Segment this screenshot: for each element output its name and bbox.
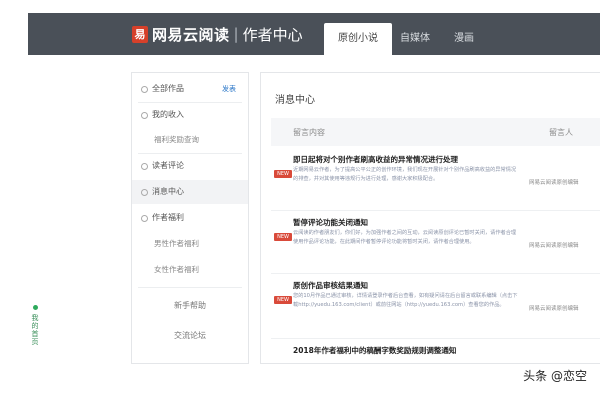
sidebar-item-reward-query[interactable]: 福利奖励查询: [132, 128, 270, 152]
sidebar-item-newbie-help[interactable]: 新手帮助: [132, 294, 248, 318]
table-row[interactable]: 暂停评论功能关闭通知 NEW 云阅读的作者朋友们，你们好，为加强作者之间的互动，…: [271, 211, 600, 274]
sidebar-item-all-works[interactable]: 全部作品 发表: [132, 77, 248, 101]
side-floating-mark[interactable]: 我的首页: [30, 305, 40, 346]
message-center-panel: 消息中心 留言内容 留言人 即日起将对个别作者刷高收益的异常情况进行处理 NEW…: [260, 72, 600, 364]
section-title: 作者中心: [242, 25, 303, 44]
sidebar-item-message-center[interactable]: 消息中心: [132, 180, 248, 204]
sidebar-item-label: 交流论坛: [174, 331, 206, 340]
message-title[interactable]: 2018年作者福利中的稿酬字数奖励规则调整通知: [293, 345, 456, 356]
column-header-content: 留言内容: [293, 128, 325, 137]
new-badge: NEW: [274, 296, 292, 304]
column-header-author: 留言人: [549, 128, 573, 137]
message-author: 网易云阅读原创编辑: [529, 180, 579, 186]
sidebar-item-label: 福利奖励查询: [154, 135, 199, 144]
tab-original-novel[interactable]: 原创小说: [324, 23, 392, 55]
sidebar-item-label: 读者评论: [152, 161, 184, 170]
tab-comics[interactable]: 漫画: [442, 23, 486, 55]
sidebar-item-income[interactable]: 我的收入: [132, 103, 248, 127]
top-nav-bar: 易 网易云阅读 | 作者中心 原创小说 自媒体 漫画: [28, 13, 600, 55]
sidebar-item-reader-comments[interactable]: 读者评论: [132, 154, 248, 178]
message-body: 云阅读的作者朋友们，你们好，为加强作者之间的互动，云阅读原创评论已暂时关闭，请作…: [293, 230, 517, 245]
sidebar-item-label: 男性作者福利: [154, 239, 199, 248]
circle-icon: [141, 162, 148, 170]
page-title: 消息中心: [275, 95, 315, 106]
table-row[interactable]: 原创作品审核结果通知 NEW 您的10月作品已通过审核，详情请登录作者后台查看，…: [271, 274, 600, 339]
publish-link[interactable]: 发表: [222, 77, 236, 101]
message-author: 网易云阅读原创编辑: [529, 243, 579, 249]
sidebar-item-label: 新手帮助: [174, 301, 206, 310]
brand-logo[interactable]: 易 网易云阅读 | 作者中心: [132, 23, 303, 45]
divider: [138, 287, 242, 288]
circle-icon: [141, 214, 148, 222]
sidebar-item-label: 我的收入: [152, 110, 184, 119]
new-badge: NEW: [274, 170, 292, 178]
sidebar-item-forum[interactable]: 交流论坛: [132, 324, 248, 348]
sidebar-item-label: 全部作品: [152, 84, 184, 93]
tab-self-media[interactable]: 自媒体: [390, 23, 440, 55]
message-title[interactable]: 暂停评论功能关闭通知: [293, 217, 368, 228]
sidebar-item-label: 消息中心: [152, 187, 184, 196]
brand-name: 网易云阅读: [152, 25, 230, 44]
netease-logo-icon: 易: [132, 25, 148, 43]
watermark-text: 头条 @恋空: [523, 369, 587, 383]
sidebar-item-author-welfare[interactable]: 作者福利: [132, 206, 248, 230]
status-dot-icon: [32, 305, 38, 310]
message-body: 近期网易云作者，为了提高公平公正的创作环境，我们现在开展针对个别作品刷高收益的异…: [293, 167, 517, 182]
sidebar-item-female-author-welfare[interactable]: 女性作者福利: [132, 258, 270, 282]
circle-icon: [141, 85, 148, 93]
message-title[interactable]: 原创作品审核结果通知: [293, 280, 368, 291]
sidebar-item-male-author-welfare[interactable]: 男性作者福利: [132, 232, 270, 256]
table-row[interactable]: 2018年作者福利中的稿酬字数奖励规则调整通知: [271, 339, 600, 363]
sidebar-item-label: 女性作者福利: [154, 265, 199, 274]
table-row[interactable]: 即日起将对个别作者刷高收益的异常情况进行处理 NEW 近期网易云作者，为了提高公…: [271, 148, 600, 211]
table-header: 留言内容 留言人: [271, 118, 600, 146]
message-body: 您的10月作品已通过审核，详情请登录作者后台查看，如有疑问请在后台留言或联系编辑…: [293, 293, 518, 308]
message-title[interactable]: 即日起将对个别作者刷高收益的异常情况进行处理: [293, 154, 458, 165]
message-author: 网易云阅读原创编辑: [529, 306, 579, 312]
side-mark-label: 我的首页: [31, 314, 39, 346]
circle-icon: [141, 111, 148, 119]
sidebar-item-label: 作者福利: [152, 213, 184, 222]
new-badge: NEW: [274, 233, 292, 241]
brand-separator: |: [233, 25, 239, 43]
sidebar: 全部作品 发表 我的收入 福利奖励查询 读者评论 消息中心 作者福利 男性作者福…: [131, 72, 249, 364]
circle-icon: [141, 188, 148, 196]
